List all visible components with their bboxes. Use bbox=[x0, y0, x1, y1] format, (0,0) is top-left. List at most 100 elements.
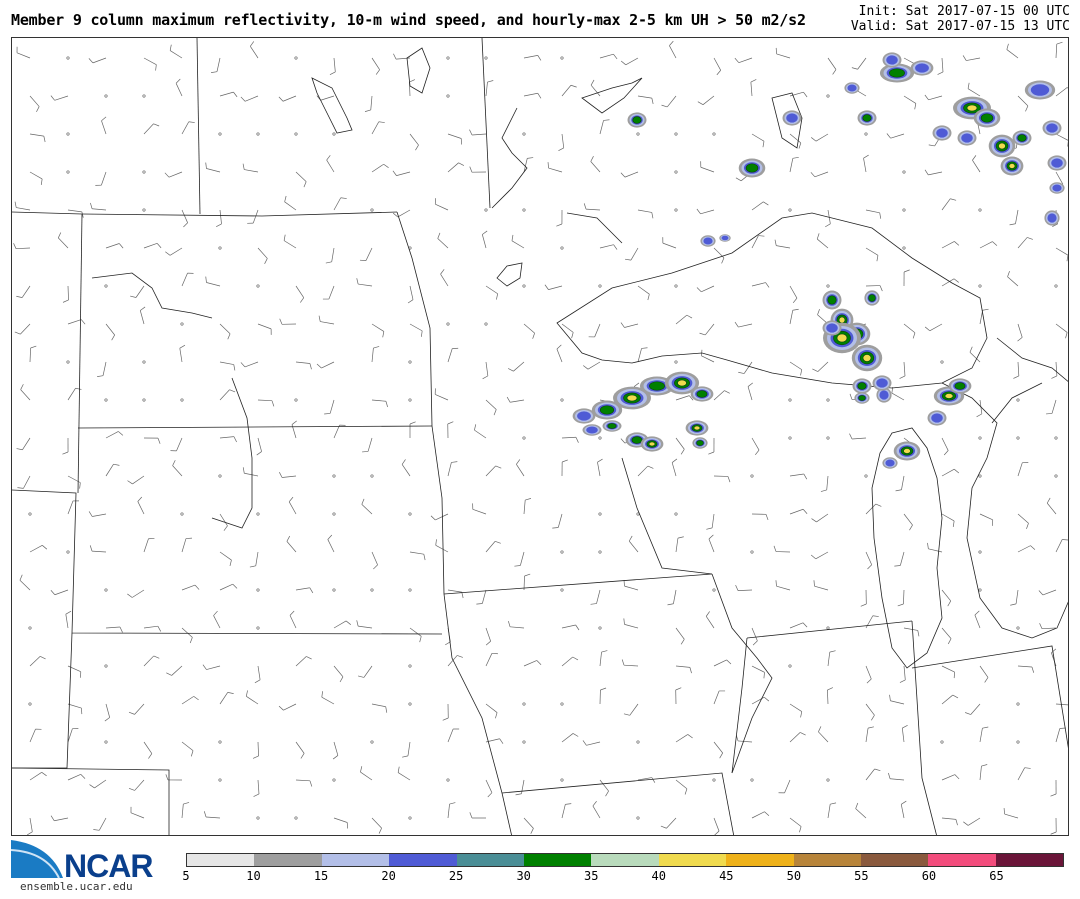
wind-barb bbox=[897, 589, 905, 607]
wind-barb bbox=[252, 741, 259, 759]
wind-barb bbox=[202, 664, 221, 670]
storm-cell bbox=[782, 110, 802, 126]
wind-barb bbox=[674, 512, 678, 516]
wind-barb bbox=[371, 817, 382, 834]
wind-barb bbox=[976, 399, 983, 418]
wind-barb bbox=[364, 95, 373, 112]
wind-barbs bbox=[13, 40, 1068, 835]
wind-barb bbox=[17, 475, 31, 489]
storm-cell bbox=[988, 134, 1016, 158]
wind-barb bbox=[213, 610, 221, 629]
wind-barb bbox=[903, 513, 913, 531]
colorbar-segment bbox=[793, 854, 861, 866]
wind-barb bbox=[219, 389, 236, 401]
wind-barb bbox=[409, 421, 416, 439]
wind-barb bbox=[675, 395, 694, 401]
wind-barb bbox=[402, 741, 411, 758]
wind-barb bbox=[472, 503, 487, 515]
wind-barb bbox=[561, 459, 568, 477]
wind-barb bbox=[142, 360, 146, 364]
wind-barb bbox=[1017, 513, 1029, 530]
wind-barb bbox=[899, 665, 906, 683]
wind-barb bbox=[979, 513, 994, 526]
colorbar-tick-label: 20 bbox=[381, 869, 396, 883]
wind-barb bbox=[965, 703, 981, 715]
wind-barb bbox=[773, 545, 791, 553]
wind-barb bbox=[592, 801, 601, 819]
forecast-map[interactable] bbox=[11, 37, 1069, 836]
colorbar-segment bbox=[456, 854, 524, 866]
wind-barb bbox=[26, 817, 33, 835]
wind-barb bbox=[1013, 361, 1020, 379]
wind-barb bbox=[181, 272, 194, 287]
colorbar-segment bbox=[523, 854, 592, 866]
wind-barb bbox=[409, 551, 426, 561]
wind-barb bbox=[817, 308, 829, 325]
wind-barb bbox=[65, 610, 72, 629]
wind-barb bbox=[523, 323, 535, 339]
ia-mo-border bbox=[501, 772, 735, 835]
wind-barb bbox=[181, 741, 194, 757]
wind-barb bbox=[218, 132, 222, 136]
storm-cell bbox=[857, 110, 877, 126]
wind-barb bbox=[242, 467, 259, 477]
wind-barb bbox=[446, 778, 450, 782]
wind-barb bbox=[408, 702, 412, 706]
wind-barb bbox=[734, 57, 753, 64]
wind-barb bbox=[332, 741, 339, 760]
wind-barb bbox=[827, 687, 833, 705]
ncar-url[interactable]: ensemble.ucar.edu bbox=[20, 880, 133, 893]
wind-barb bbox=[104, 94, 108, 98]
wind-barb bbox=[516, 459, 525, 477]
wind-barb bbox=[621, 659, 639, 667]
nd-mn-border bbox=[396, 211, 445, 595]
wind-barb bbox=[16, 285, 31, 298]
wind-barb bbox=[203, 811, 221, 819]
wind-barb bbox=[180, 322, 184, 326]
wind-barb bbox=[295, 741, 305, 759]
wind-barb bbox=[143, 437, 161, 444]
wind-barb bbox=[104, 398, 108, 402]
wind-barb bbox=[66, 56, 70, 60]
wind-barb bbox=[329, 57, 336, 75]
co-border bbox=[12, 767, 170, 835]
wy-border bbox=[12, 632, 73, 769]
storm-cell bbox=[851, 344, 883, 372]
storm-cell bbox=[927, 410, 947, 426]
wind-barb bbox=[447, 162, 465, 173]
wind-barb bbox=[95, 171, 107, 186]
wind-barb bbox=[624, 247, 639, 261]
wind-barb bbox=[708, 534, 715, 553]
wind-barb bbox=[599, 119, 610, 135]
mn-north-edge bbox=[481, 38, 491, 209]
wind-barb bbox=[750, 550, 754, 554]
wind-barb bbox=[318, 315, 335, 325]
wind-barb bbox=[371, 163, 389, 173]
wind-barb bbox=[941, 468, 960, 477]
mn-ia-border bbox=[443, 573, 713, 595]
wind-barb bbox=[484, 208, 488, 212]
wind-barb bbox=[978, 284, 982, 288]
wind-barb bbox=[811, 513, 829, 523]
wind-barb bbox=[29, 656, 46, 667]
wind-barb bbox=[978, 474, 982, 478]
wind-barb bbox=[105, 431, 124, 439]
wind-barb bbox=[902, 208, 906, 212]
wind-barb bbox=[256, 588, 260, 592]
wind-barb bbox=[288, 496, 297, 515]
wind-barb bbox=[407, 285, 414, 304]
wind-barb bbox=[485, 399, 497, 416]
wind-barb bbox=[712, 132, 716, 136]
wind-barb bbox=[66, 360, 70, 364]
wind-barb bbox=[447, 802, 456, 819]
wind-barb bbox=[636, 132, 640, 136]
wind-barb bbox=[143, 538, 155, 553]
wind-barb bbox=[962, 55, 981, 61]
wind-barb bbox=[507, 361, 525, 372]
colorbar-tick-label: 45 bbox=[719, 869, 734, 883]
wind-barb bbox=[485, 465, 502, 477]
wind-barb bbox=[474, 424, 487, 439]
wind-barb bbox=[522, 208, 526, 212]
wind-barb bbox=[16, 437, 31, 451]
michigan-lower-outline bbox=[941, 382, 1068, 639]
